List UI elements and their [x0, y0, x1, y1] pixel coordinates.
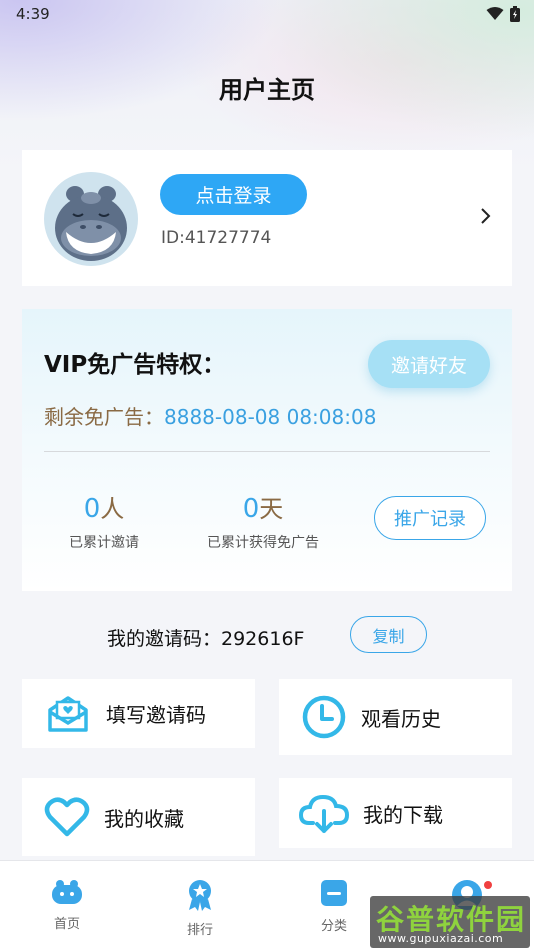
user-id: ID:41727774 — [161, 228, 272, 248]
status-bar: 4:39 — [0, 0, 534, 28]
tile-my-downloads[interactable]: 我的下载 — [279, 778, 512, 848]
clock-icon — [302, 695, 346, 739]
heart-icon — [44, 797, 90, 837]
tab-home[interactable]: 首页 — [27, 879, 107, 932]
invite-code-text: 我的邀请码：292616F — [107, 628, 305, 650]
promotion-records-button[interactable]: 推广记录 — [374, 496, 486, 540]
stat-days-label: 已累计获得免广告 — [207, 535, 319, 551]
tab-label: 排行 — [186, 923, 213, 938]
copy-button[interactable]: 复制 — [350, 616, 427, 653]
watermark: 谷普软件园 www.gupuxiazai.com — [370, 896, 530, 948]
avatar[interactable] — [44, 172, 138, 266]
tile-label: 观看历史 — [361, 706, 441, 731]
tab-label: 首页 — [53, 917, 80, 932]
divider — [44, 451, 490, 452]
wifi-icon — [486, 7, 504, 20]
profile-card[interactable]: 点击登录 ID:41727774 — [22, 150, 512, 286]
stat-invited-unit: 人 — [100, 495, 125, 523]
vip-card: VIP免广告特权： 邀请好友 剩余免广告：8888-08-08 08:08:08… — [22, 309, 512, 591]
stat-days-unit: 天 — [259, 495, 284, 523]
page-title: 用户主页 — [219, 76, 315, 104]
tab-category[interactable]: 分类 — [294, 879, 374, 934]
status-time: 4:39 — [16, 5, 50, 23]
battery-icon — [510, 6, 520, 22]
mail-heart-icon — [48, 695, 88, 732]
ad-free-remaining: 剩余免广告：8888-08-08 08:08:08 — [44, 401, 376, 430]
ranking-badge-icon — [189, 880, 211, 911]
tile-label: 填写邀请码 — [106, 703, 206, 727]
stat-invited: 0人 已累计邀请 — [56, 489, 152, 552]
category-icon — [321, 880, 347, 906]
stat-days-value: 0 — [242, 494, 260, 524]
tile-watch-history[interactable]: 观看历史 — [279, 679, 512, 755]
stat-invited-value: 0 — [83, 494, 101, 524]
chevron-right-icon[interactable] — [480, 206, 492, 226]
tab-ranking[interactable]: 排行 — [160, 879, 240, 938]
stat-ad-free-days: 0天 已累计获得免广告 — [198, 489, 328, 552]
cloud-download-icon — [299, 794, 349, 833]
tile-my-favorites[interactable]: 我的收藏 — [22, 778, 255, 856]
tab-label: 分类 — [320, 919, 347, 934]
tile-label: 我的收藏 — [104, 806, 184, 831]
vip-title: VIP免广告特权： — [44, 352, 226, 378]
watermark-url: www.gupuxiazai.com — [378, 932, 504, 945]
home-hippo-icon — [52, 880, 82, 904]
hippo-avatar-icon — [55, 186, 127, 261]
remaining-value: 8888-08-08 08:08:08 — [164, 405, 377, 429]
login-button[interactable]: 点击登录 — [160, 174, 307, 215]
tile-enter-invite-code[interactable]: 填写邀请码 — [22, 679, 255, 748]
invite-friends-button[interactable]: 邀请好友 — [368, 340, 490, 388]
remaining-label: 剩余免广告： — [44, 405, 164, 429]
notification-dot — [484, 881, 492, 889]
tile-label: 我的下载 — [363, 802, 443, 827]
stat-invited-label: 已累计邀请 — [69, 535, 139, 551]
status-icons — [486, 6, 520, 22]
